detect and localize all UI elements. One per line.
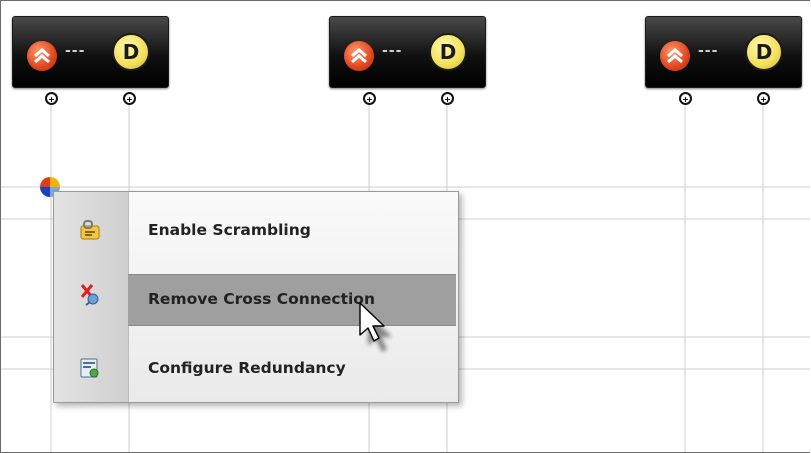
d-badge-icon: D: [745, 33, 783, 71]
node-separator: ---: [382, 43, 403, 59]
menu-item-label: Remove Cross Connection: [148, 290, 375, 308]
menu-item-label: Enable Scrambling: [148, 221, 311, 239]
node-separator: ---: [65, 43, 86, 59]
add-port-icon[interactable]: [679, 92, 692, 105]
node-separator: ---: [698, 43, 719, 59]
menu-item-label: Configure Redundancy: [148, 359, 346, 377]
mouse-cursor-icon: [359, 302, 392, 352]
add-port-icon[interactable]: [45, 92, 58, 105]
add-port-icon[interactable]: [441, 92, 454, 105]
chevron-up-icon: [27, 41, 57, 71]
scrambling-icon: [80, 220, 100, 240]
redundancy-icon: [80, 358, 99, 378]
d-badge-icon: D: [112, 33, 150, 71]
chevron-up-icon: [660, 41, 690, 71]
menu-item-remove-cross-connection[interactable]: Remove Cross Connection: [54, 268, 458, 326]
d-badge-icon: D: [429, 33, 467, 71]
chevron-up-icon: [344, 41, 374, 71]
remove-connection-icon: [80, 284, 99, 306]
menu-item-configure-redundancy[interactable]: Configure Redundancy: [54, 342, 458, 394]
network-node-2[interactable]: --- D: [329, 16, 486, 88]
add-port-icon[interactable]: [757, 92, 770, 105]
context-menu: Enable Scrambling Remove Cross Connectio…: [53, 191, 459, 403]
add-port-icon[interactable]: [363, 92, 376, 105]
canvas[interactable]: --- D --- D --- D Enable Scrambling Remo…: [0, 0, 810, 453]
menu-item-enable-scrambling[interactable]: Enable Scrambling: [54, 204, 458, 256]
network-node-1[interactable]: --- D: [12, 16, 169, 88]
add-port-icon[interactable]: [123, 92, 136, 105]
network-node-3[interactable]: --- D: [645, 16, 802, 88]
